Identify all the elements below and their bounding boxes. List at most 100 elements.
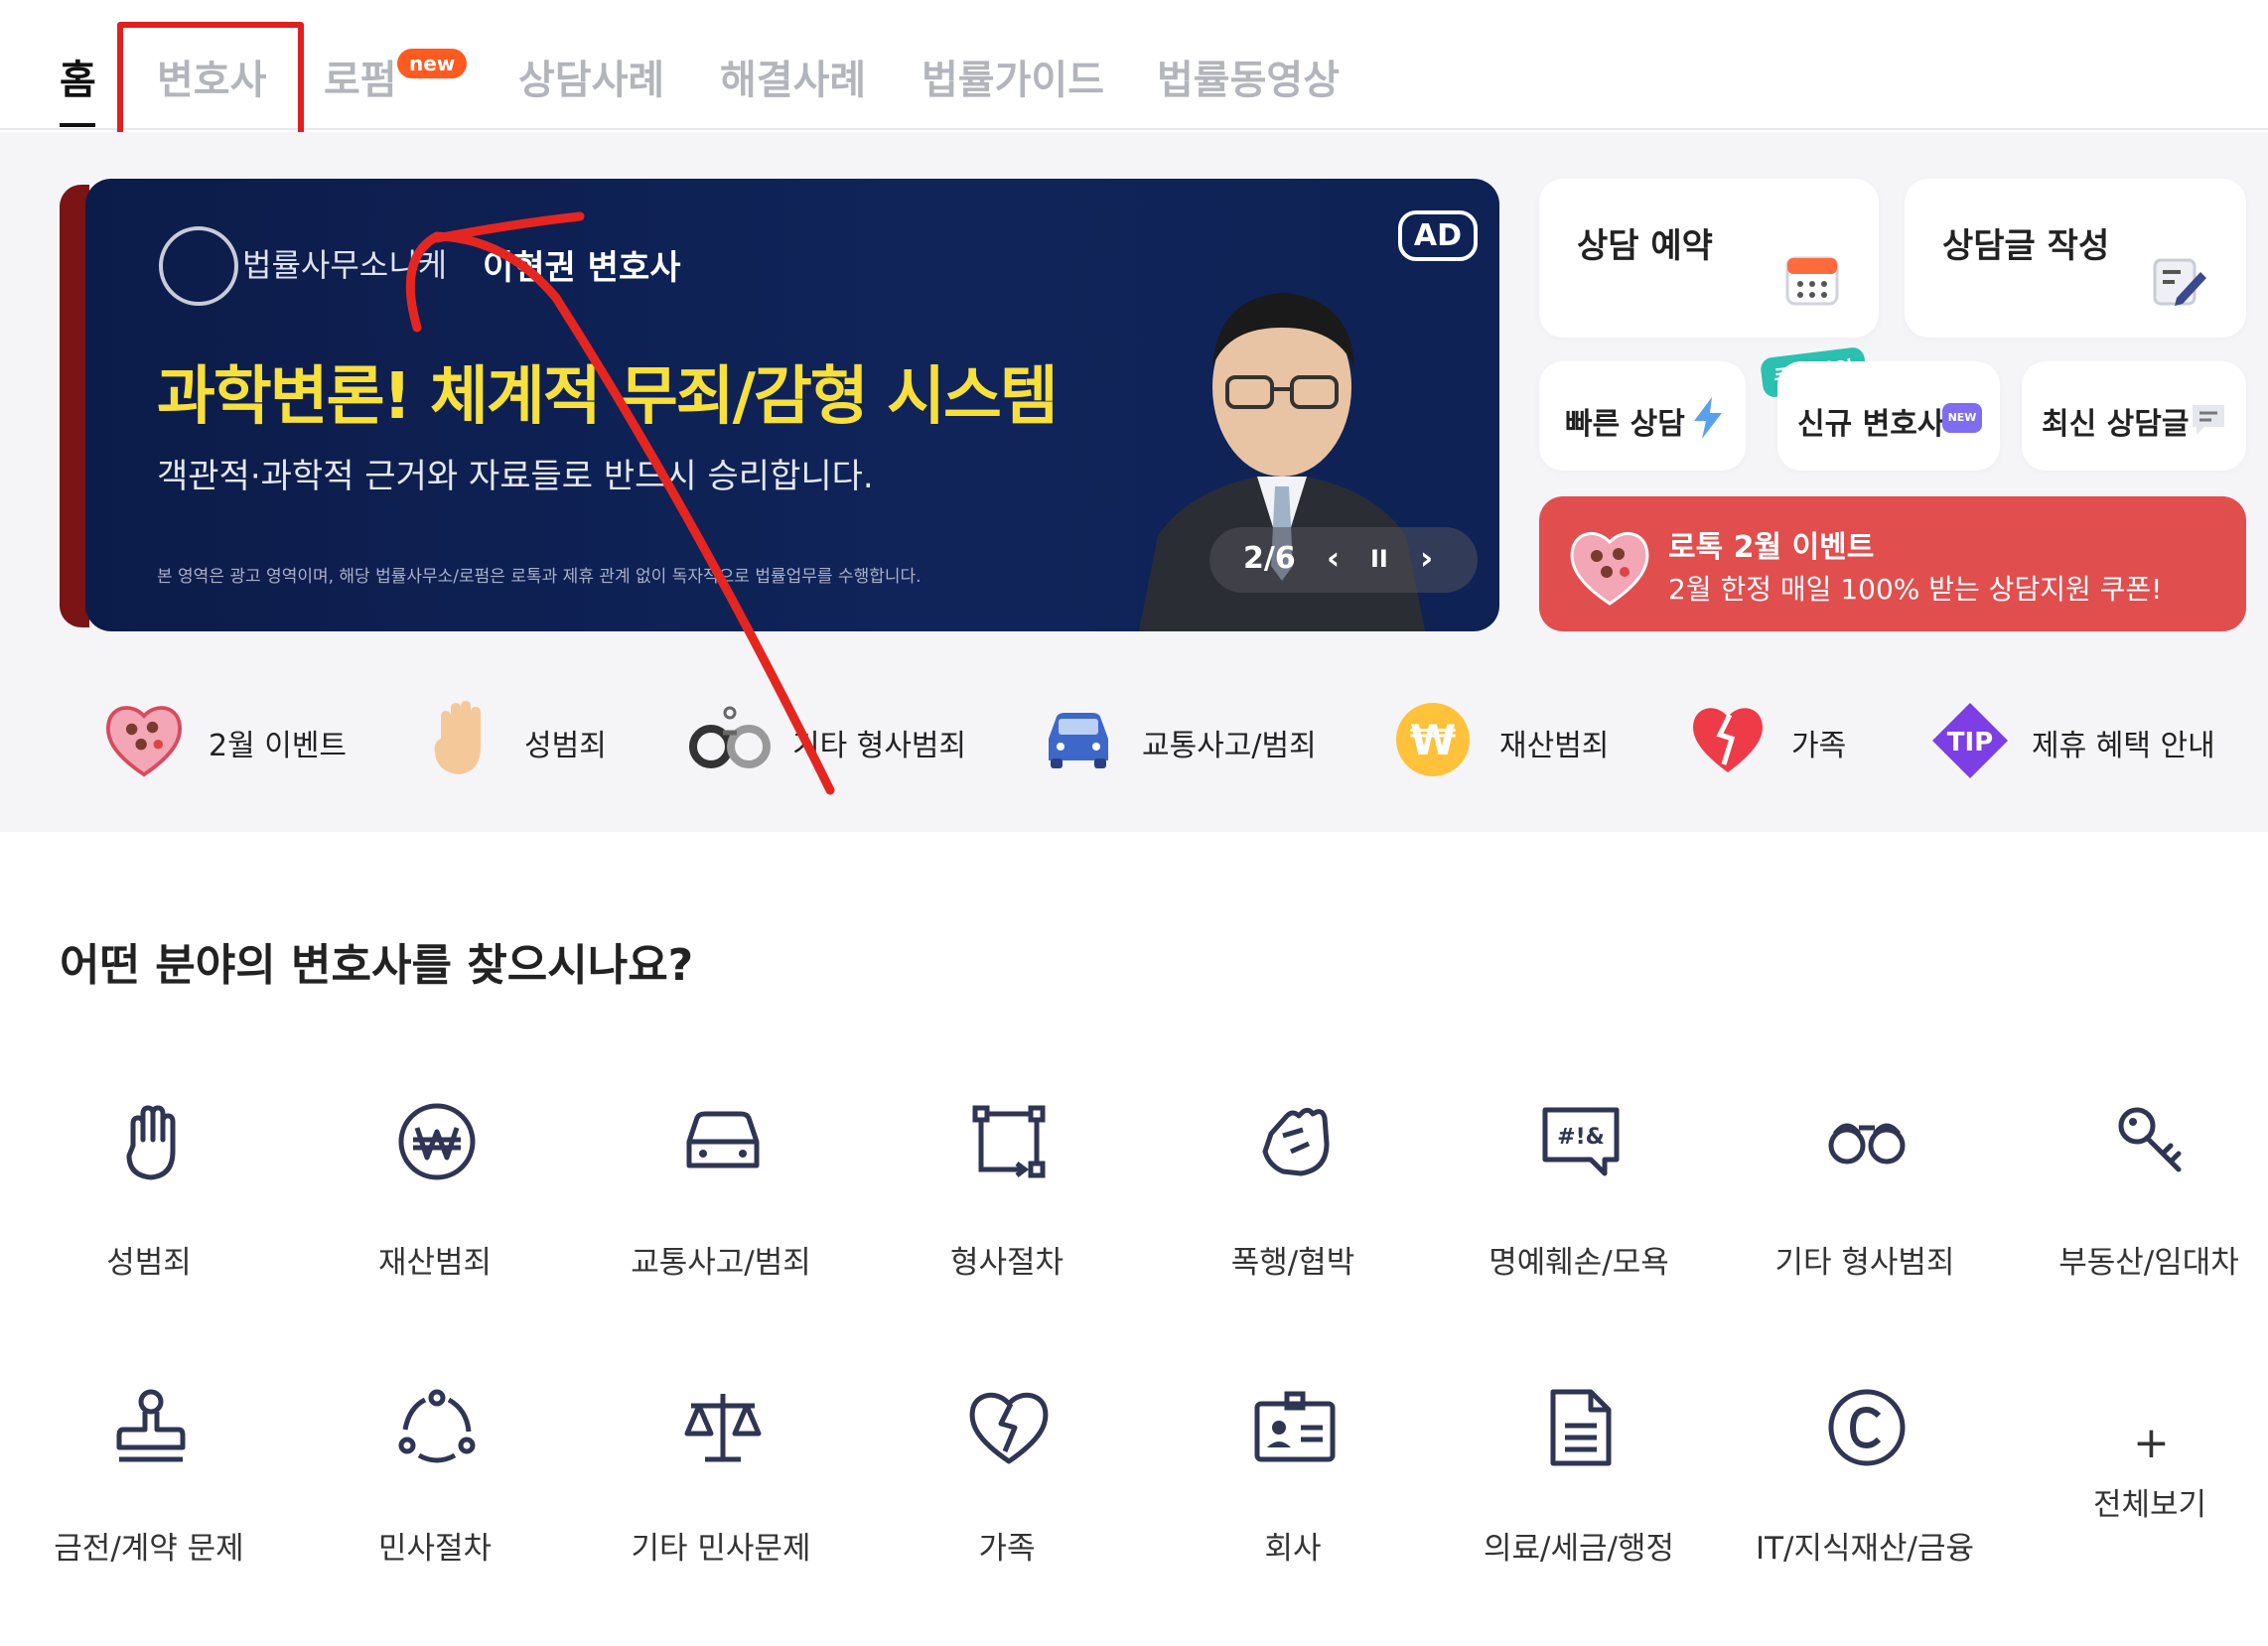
lawyer-name: 이현권 변호사 (483, 248, 681, 288)
cycle-icon (398, 1389, 476, 1463)
chat-bubble-icon (2193, 405, 2224, 435)
key-icon (2118, 1107, 2182, 1172)
category-label: 교통사고/범죄 (1142, 729, 1317, 763)
svg-text:₩: ₩ (1410, 716, 1456, 764)
category-family[interactable]: 가족 (1690, 695, 1869, 784)
field-label: 부동산/임대차 (2058, 1245, 2239, 1281)
speech-swear-icon: #!& (1542, 1107, 1620, 1176)
svg-text:TIP: TIP (1947, 728, 1993, 757)
tab-lawfirm[interactable]: 로펌 (324, 48, 397, 105)
car-icon (686, 1111, 760, 1168)
next-arrow-icon[interactable]: › (1420, 539, 1433, 577)
field-other-civil[interactable]: 기타 민사문제 (602, 1386, 840, 1584)
view-all-link[interactable]: 전체보기 (2093, 1479, 2206, 1524)
field-label: 기타 민사문제 (631, 1531, 811, 1567)
category-sex-crime[interactable]: 성범죄 (427, 695, 626, 784)
section-title: 어떤 분야의 변호사를 찾으시나요? (60, 940, 694, 991)
latest-consult-label: 최신 상담글 (2042, 407, 2190, 442)
pager-count: 2/6 (1243, 541, 1296, 576)
event-card[interactable]: 로톡 2월 이벤트 2월 한정 매일 100% 받는 상담지원 쿠폰! (1539, 496, 2246, 631)
field-label: 명예훼손/모욕 (1488, 1245, 1669, 1281)
car-icon (1049, 713, 1108, 768)
field-other-criminal[interactable]: 기타 형사범죄 (1746, 1100, 1984, 1299)
hand-icon (434, 701, 481, 774)
field-label: 의료/세금/행정 (1483, 1531, 1674, 1567)
prev-arrow-icon[interactable]: ‹ (1327, 539, 1340, 577)
category-traffic[interactable]: 교통사고/범죄 (1043, 695, 1321, 784)
lightning-icon (1694, 397, 1722, 439)
category-label: 2월 이벤트 (209, 729, 348, 763)
field-label: 금전/계약 문제 (54, 1531, 244, 1567)
field-traffic[interactable]: 교통사고/범죄 (602, 1100, 840, 1299)
fist-icon (1262, 1107, 1330, 1176)
new-lawyer-label: 신규 변호사 (1797, 407, 1945, 442)
calendar-icon (1785, 256, 1839, 306)
category-label: 재산범죄 (1499, 729, 1610, 763)
field-label: 성범죄 (106, 1245, 192, 1281)
event-subtitle: 2월 한정 매일 100% 받는 상담지원 쿠폰! (1668, 573, 2163, 606)
new-icon: NEW (1942, 403, 1982, 433)
field-money-contract[interactable]: 금전/계약 문제 (30, 1386, 268, 1584)
category-feb-event[interactable]: 2월 이벤트 (103, 695, 352, 784)
new-lawyer-card[interactable]: 신규 변호사 NEW (1777, 361, 2000, 471)
tab-legal-guide[interactable]: 법률가이드 (921, 48, 1104, 105)
broken-heart-icon (969, 1392, 1049, 1464)
new-badge: new (397, 49, 468, 78)
tab-resolved-cases[interactable]: 해결사례 (720, 48, 866, 105)
field-real-estate[interactable]: 부동산/임대차 (2030, 1100, 2268, 1299)
field-property-crime[interactable]: 재산범죄 (316, 1100, 554, 1299)
scales-icon (684, 1394, 762, 1462)
tip-icon: TIP (1932, 703, 2008, 778)
field-label: 기타 형사범죄 (1774, 1245, 1955, 1281)
active-tab-indicator (60, 123, 95, 127)
field-label: 회사 (1264, 1531, 1322, 1567)
field-it-ip-finance[interactable]: IT/지식재산/금융 (1746, 1386, 1984, 1584)
category-other-criminal[interactable]: 기타 형사범죄 (689, 695, 966, 784)
won-coin-icon: ₩ (1396, 703, 1470, 776)
document-icon (1550, 1389, 1612, 1466)
category-partner-benefits[interactable]: TIP 제휴 혜택 안내 (1930, 695, 2228, 784)
category-property[interactable]: ₩ 재산범죄 (1394, 695, 1632, 784)
field-label: 교통사고/범죄 (631, 1245, 811, 1281)
copyright-icon (1828, 1389, 1906, 1466)
field-label: 형사절차 (949, 1245, 1064, 1281)
latest-consult-card[interactable]: 최신 상담글 (2022, 361, 2246, 471)
category-label: 성범죄 (524, 729, 607, 763)
heart-box-icon (106, 706, 182, 777)
banner-disclaimer: 본 영역은 광고 영역이며, 해당 법률사무소/로펌은 로톡과 제휴 관계 없이… (157, 567, 921, 587)
tab-consult-cases[interactable]: 상담사례 (518, 48, 664, 105)
id-card-icon (1254, 1391, 1336, 1462)
field-civil-procedure[interactable]: 민사절차 (316, 1386, 554, 1584)
tab-home[interactable]: 홈 (60, 48, 96, 105)
field-medical-tax-admin[interactable]: 의료/세금/행정 (1460, 1386, 1698, 1584)
field-family[interactable]: 가족 (888, 1386, 1126, 1584)
field-defamation[interactable]: #!& 명예훼손/모욕 (1460, 1100, 1698, 1299)
banner-subtitle: 객관적·과학적 근거와 자료들로 반드시 승리합니다. (157, 457, 874, 496)
process-icon (972, 1105, 1046, 1178)
field-company[interactable]: 회사 (1174, 1386, 1412, 1584)
tab-legal-video[interactable]: 법률동영상 (1157, 48, 1340, 105)
field-label: 가족 (978, 1531, 1036, 1567)
fast-consult-card[interactable]: 빠른 상담 (1539, 361, 1746, 471)
field-label: IT/지식재산/금융 (1755, 1531, 1975, 1567)
category-label: 기타 형사범죄 (792, 729, 967, 763)
pause-icon[interactable]: II (1370, 545, 1388, 573)
pencil-note-icon (2153, 258, 2206, 306)
booking-card[interactable]: 상담 예약 (1539, 179, 1879, 338)
write-consult-card[interactable]: 상담글 작성 (1905, 179, 2246, 338)
event-title: 로톡 2월 이벤트 (1668, 530, 1875, 565)
field-label: 민사절차 (377, 1531, 493, 1567)
plus-icon[interactable]: + (2133, 1418, 2170, 1468)
firm-logo-icon (159, 226, 238, 306)
field-criminal-procedure[interactable]: 형사절차 (888, 1100, 1126, 1299)
field-assault[interactable]: 폭행/협박 (1174, 1100, 1412, 1299)
field-sex-crime[interactable]: 성범죄 (30, 1100, 268, 1299)
category-label: 제휴 혜택 안내 (2032, 729, 2215, 763)
firm-name: 법률사무소니케 (242, 246, 448, 284)
banner-headline: 과학변론! 체계적 무죄/감형 시스템 (157, 360, 1059, 434)
handcuffs-icon (1828, 1123, 1906, 1165)
svg-text:#!&: #!& (1557, 1125, 1605, 1150)
booking-label: 상담 예약 (1577, 226, 1713, 266)
banner-pager: 2/6 ‹ II › (1209, 527, 1478, 593)
ad-banner[interactable]: 법률사무소니케 이현권 변호사 AD 과학변론! 체계적 무죄/감형 시스템 객… (85, 179, 1499, 631)
